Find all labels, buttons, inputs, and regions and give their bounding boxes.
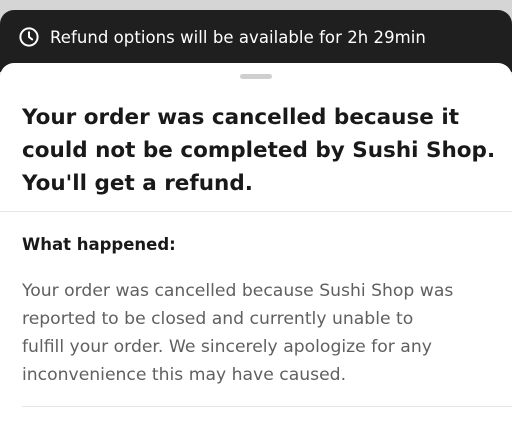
explanation-line: fulfill your order. We sincerely apologi… — [22, 337, 432, 357]
headline-line: You'll get a refund. — [22, 171, 253, 196]
banner-row: Refund options will be available for 2h … — [18, 24, 426, 50]
divider — [0, 211, 512, 212]
banner-text: Refund options will be available for 2h … — [50, 27, 426, 47]
clock-icon — [18, 26, 40, 48]
divider — [22, 406, 512, 407]
what-happened-title: What happened: — [22, 235, 176, 254]
headline-line: could not be completed by Sushi Shop. — [22, 138, 496, 163]
headline-line: Your order was cancelled because it — [22, 105, 459, 130]
explanation-line: inconvenience this may have caused. — [22, 365, 347, 385]
explanation-line: reported to be closed and currently unab… — [22, 309, 414, 329]
cancellation-explanation: Your order was cancelled because Sushi S… — [22, 277, 502, 389]
explanation-line: Your order was cancelled because Sushi S… — [22, 281, 454, 301]
bottom-sheet: Your order was cancelled because it coul… — [0, 63, 512, 423]
cancellation-headline: Your order was cancelled because it coul… — [22, 101, 502, 200]
sheet-drag-handle[interactable] — [240, 74, 272, 79]
